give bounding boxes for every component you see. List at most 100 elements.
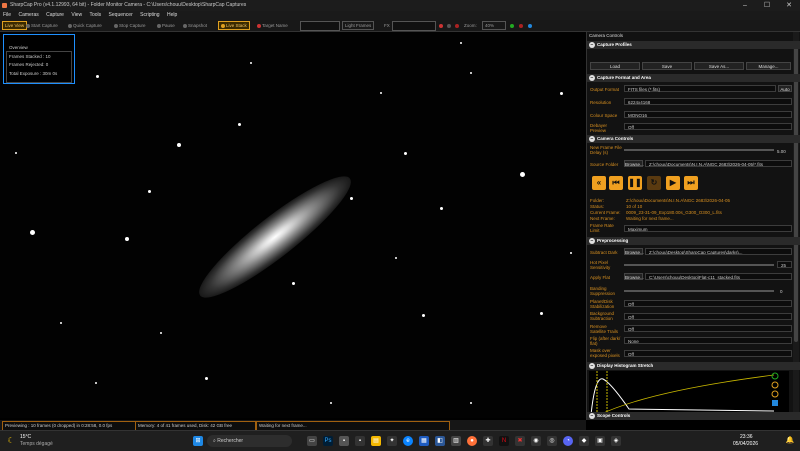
photoshop-icon[interactable]: Ps — [323, 436, 333, 446]
flip-select[interactable]: None — [624, 337, 792, 344]
collapse-icon: − — [589, 136, 595, 142]
source-browse-button[interactable]: Browse... — [624, 160, 644, 167]
capture-profiles-header[interactable]: − Capture Profiles — [587, 41, 800, 49]
repeat-button[interactable]: ↻ — [647, 176, 661, 190]
scroll-thumb[interactable] — [794, 42, 798, 342]
menu-tools[interactable]: Tools — [89, 11, 101, 20]
target-name-input[interactable] — [300, 21, 340, 31]
task-view-icon[interactable]: ▭ — [307, 436, 317, 446]
debayer-select[interactable]: Off — [624, 123, 792, 130]
manage-profiles-button[interactable]: Manage... — [746, 62, 791, 70]
close-button[interactable]: ✕ — [778, 0, 800, 11]
apply-flat-select[interactable]: C:\Users\chouu\Desktop\Flat-c11_stacked.… — [645, 273, 792, 280]
notification-icon[interactable]: 🔔 — [785, 436, 795, 446]
star — [460, 42, 462, 44]
save-profile-button[interactable]: Save — [642, 62, 692, 70]
rewind-button[interactable]: « — [592, 176, 606, 190]
dark-browse-button[interactable]: Browse... — [624, 248, 644, 255]
start-icon[interactable]: ⊞ — [193, 436, 203, 446]
app-icon[interactable]: ◎ — [547, 436, 557, 446]
frame-rate-label: Frame Rate Limit — [590, 223, 614, 233]
app-icon[interactable]: ▣ — [595, 436, 605, 446]
banding-slider[interactable] — [624, 290, 774, 292]
step-back-button[interactable]: ⏮ — [609, 176, 623, 190]
maximize-button[interactable]: ☐ — [756, 0, 778, 11]
save-stretch-icon[interactable] — [772, 400, 778, 406]
live-stack-button[interactable]: Live Stack — [218, 21, 250, 30]
camera-controls-header[interactable]: − Camera Controls — [587, 135, 800, 143]
menu-file[interactable]: File — [3, 11, 11, 20]
menu-sequencer[interactable]: Sequencer — [109, 11, 133, 20]
colour-space-select[interactable]: MONO16 — [624, 111, 792, 118]
zoom-fit-button[interactable] — [508, 21, 517, 30]
histogram-header[interactable]: − Display Histogram Stretch — [587, 362, 800, 370]
app-icon[interactable]: ▥ — [451, 436, 461, 446]
netflix-icon[interactable]: N — [499, 436, 509, 446]
frame-type-select[interactable]: Light Frames — [342, 21, 375, 30]
hot-pixel-slider[interactable] — [624, 264, 774, 266]
weather-icon[interactable]: ☾ — [6, 436, 16, 446]
scope-controls-header[interactable]: − Scope Controls — [587, 412, 800, 420]
histogram-chart[interactable] — [589, 371, 789, 416]
app-icon[interactable]: ✖ — [515, 436, 525, 446]
edge-icon[interactable]: e — [403, 436, 413, 446]
planet-label: Planet/Disk Stabilization — [590, 299, 615, 309]
delay-slider[interactable] — [624, 149, 774, 151]
subtract-dark-select[interactable]: Z:\chouu\Desktop\SharpCap Captures\darks… — [645, 248, 792, 255]
pause-playback-button[interactable]: ❚❚ — [628, 176, 642, 190]
app-icon[interactable]: ▦ — [419, 436, 429, 446]
start-capture-button[interactable]: Start Capture — [24, 21, 60, 30]
step-forward-button[interactable]: ⏭ — [684, 176, 698, 190]
menu-scripting[interactable]: Scripting — [140, 11, 159, 20]
satellite-select[interactable]: Off — [624, 325, 792, 332]
quick-capture-button[interactable]: Quick Capture — [66, 21, 104, 30]
source-folder-select[interactable]: Z:\chouu\Documents\N.I.N.A\NGC 2683\2026… — [645, 160, 792, 167]
flat-browse-button[interactable]: Browse... — [624, 273, 644, 280]
pause-label: Pause — [162, 23, 175, 28]
app-icon[interactable]: ✦ — [387, 436, 397, 446]
app-icon[interactable]: ✚ — [483, 436, 493, 446]
output-format-select[interactable]: FITS files (*.fits) — [624, 85, 776, 92]
planet-select[interactable]: Off — [624, 300, 792, 307]
menu-view[interactable]: View — [71, 11, 82, 20]
app-icon[interactable]: ◧ — [435, 436, 445, 446]
capture-format-header[interactable]: − Capture Format and Area — [587, 74, 800, 82]
focus-assist-button[interactable] — [453, 21, 462, 30]
star — [250, 62, 252, 64]
pin-button[interactable] — [526, 21, 535, 30]
snapshot-button[interactable]: Snapshot — [181, 21, 209, 30]
discord-icon[interactable]: ◔ — [563, 436, 573, 446]
zoom-out-icon — [519, 23, 523, 28]
search-box[interactable]: ⌕ Rechercher — [207, 435, 292, 447]
camera-icon — [183, 23, 187, 28]
app-icon[interactable]: ▪ — [339, 436, 349, 446]
preprocessing-title: Preprocessing — [597, 238, 629, 243]
minimize-button[interactable]: – — [734, 0, 756, 11]
menu-help[interactable]: Help — [167, 11, 177, 20]
preprocessing-header[interactable]: − Preprocessing — [587, 237, 800, 245]
menu-capture[interactable]: Capture — [46, 11, 64, 20]
app-icon[interactable]: ◈ — [611, 436, 621, 446]
save-as-profile-button[interactable]: Save As... — [694, 62, 744, 70]
load-profile-button[interactable]: Load — [590, 62, 640, 70]
firefox-icon[interactable]: ● — [467, 436, 477, 446]
stop-icon — [114, 23, 118, 28]
background-select[interactable]: Off — [624, 313, 792, 320]
auto-button[interactable]: Auto — [778, 85, 792, 92]
mask-select[interactable]: Off — [624, 350, 792, 357]
zoom-select[interactable]: 40% — [482, 21, 506, 30]
file-explorer-icon[interactable]: ▤ — [371, 436, 381, 446]
resolution-select[interactable]: 6224x4168 — [624, 98, 792, 105]
zoom-out-button[interactable] — [517, 21, 526, 30]
app-icon[interactable]: ◆ — [579, 436, 589, 446]
hot-pixel-value[interactable]: 25 — [777, 261, 792, 268]
app-icon[interactable]: ▪ — [355, 436, 365, 446]
menu-cameras[interactable]: Cameras — [18, 11, 38, 20]
play-button[interactable]: ▶ — [666, 176, 680, 190]
image-view[interactable] — [0, 32, 586, 418]
fx-select[interactable] — [392, 21, 436, 31]
pause-button[interactable]: Pause — [155, 21, 177, 30]
stop-capture-button[interactable]: Stop Capture — [112, 21, 148, 30]
frame-rate-select[interactable]: Maximum — [624, 225, 792, 232]
app-icon[interactable]: ◉ — [531, 436, 541, 446]
